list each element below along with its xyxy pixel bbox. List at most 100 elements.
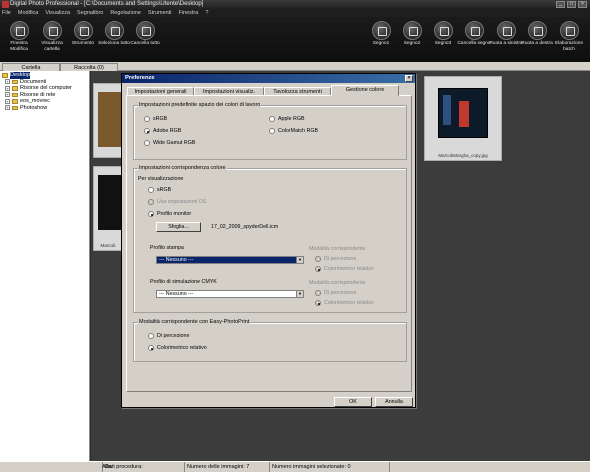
print-profile-label: Profilo stampa <box>150 245 184 251</box>
expand-icon[interactable]: + <box>5 105 10 111</box>
menu-bar: File Modifica Visualizza Segnalibro Rego… <box>0 9 590 17</box>
thumbnail[interactable] <box>93 83 123 158</box>
radio-icon <box>315 300 321 306</box>
computer-icon <box>12 86 18 91</box>
radio-display-srgb[interactable]: sRGB <box>148 187 171 193</box>
thumbnail[interactable]: Marcob <box>93 166 123 251</box>
window-title: Digital Photo Professional - [C:\Documen… <box>10 1 204 7</box>
radio-icon <box>144 116 150 122</box>
batch-process-button[interactable]: Elaborazione batch <box>552 21 586 52</box>
radio-icon <box>269 128 275 134</box>
radio-icon <box>148 211 154 217</box>
radio-icon <box>148 333 154 339</box>
expand-icon[interactable]: + <box>5 98 10 104</box>
menu-modifica[interactable]: Modifica <box>18 9 38 17</box>
radio-icon <box>269 116 275 122</box>
dialog-close-icon[interactable]: × <box>405 75 413 82</box>
mark2-icon <box>402 21 422 40</box>
radio-adobe-rgb[interactable]: Adobe RGB <box>144 128 181 134</box>
status-selected-count: Numero immagini selezionate: 0 <box>270 462 390 472</box>
radio-apple-rgb[interactable]: Apple RGB <box>269 116 305 122</box>
folder-tree: Desktop + Documenti + Risorse del computer… <box>0 71 90 461</box>
dialog-title-bar: Preferenze × <box>122 74 415 83</box>
thumbnail-caption: Marcob <box>100 243 116 248</box>
edit-window-icon <box>9 21 29 40</box>
working-color-space-group: Impostazioni predefinite spazio dei colo… <box>133 102 407 160</box>
rotate-right-icon <box>527 21 547 40</box>
folder-icon <box>12 99 18 104</box>
menu-finestra[interactable]: Finestra <box>178 9 198 17</box>
chevron-down-icon: ▼ <box>296 291 303 297</box>
tab-cartella[interactable]: Cartella <box>2 63 60 71</box>
expand-icon[interactable]: + <box>5 85 10 91</box>
batch-process-icon <box>559 21 579 40</box>
person-figure <box>459 101 469 127</box>
radio-monitor-profile[interactable]: Profilo monitor <box>148 211 191 217</box>
menu-file[interactable]: File <box>2 9 11 17</box>
minimize-icon[interactable]: _ <box>556 1 565 8</box>
print-matching-mode-label: Modalità corrispondente <box>309 246 366 252</box>
chevron-down-icon: ▼ <box>296 257 303 263</box>
menu-strumenti[interactable]: Strumenti <box>148 9 172 17</box>
thumbnail-image <box>98 175 122 230</box>
cmyk-radio-relative[interactable]: Colorimetrico relativo <box>315 300 374 306</box>
radio-icon <box>144 128 150 134</box>
rotate-right-button[interactable]: Ruota a destra <box>520 21 554 47</box>
menu-regolazione[interactable]: Regolazione <box>110 9 141 17</box>
thumbnail-selected[interactable]: MarcobMargha_copy.jpg <box>424 76 502 161</box>
group-title: Impostazioni corrispondenza colore <box>138 165 227 172</box>
radio-icon <box>148 199 154 205</box>
group-title: Impostazioni predefinite spazio dei colo… <box>138 102 262 109</box>
status-process: Dati procedura: <box>103 462 185 472</box>
color-matching-group: Impostazioni corrispondenza colore Per v… <box>133 165 407 313</box>
close-icon[interactable]: × <box>578 1 587 8</box>
status-quality: Alta qualità <box>0 462 111 472</box>
mark2-button[interactable]: Segno2 <box>395 21 429 47</box>
folder-view-button[interactable]: Visualizza cartella <box>35 21 69 52</box>
radio-use-os-settings[interactable]: Usa impostazioni OS <box>148 199 206 205</box>
radio-colormatch-rgb[interactable]: ColorMatch RGB <box>269 128 318 134</box>
tab-gestione-colore[interactable]: Gestione colore <box>331 85 399 96</box>
thumbnail-caption: MarcobMargha_copy.jpg <box>438 153 488 158</box>
cmyk-radio-perceptual[interactable]: Di percezione <box>315 290 356 296</box>
menu-help[interactable]: ? <box>205 9 208 17</box>
print-radio-relative[interactable]: Colorimetrico relativo <box>315 266 374 272</box>
mark3-button[interactable]: Segno3 <box>426 21 460 47</box>
radio-icon <box>315 266 321 272</box>
cmyk-matching-mode-label: Modalità corrispondente <box>309 280 366 286</box>
radio-srgb[interactable]: sRGB <box>144 116 167 122</box>
menu-segnalibro[interactable]: Segnalibro <box>77 9 103 17</box>
print-radio-perceptual[interactable]: Di percezione <box>315 256 356 262</box>
clear-mark-button[interactable]: Cancella segno <box>457 21 491 47</box>
poster-shape <box>443 95 451 125</box>
tree-item-photoshow[interactable]: + Photoshow <box>2 105 87 112</box>
desktop-icon <box>2 73 8 78</box>
expand-icon[interactable]: + <box>5 92 10 98</box>
mark1-icon <box>371 21 391 40</box>
clear-all-icon <box>135 21 155 40</box>
cmyk-profile-select[interactable]: --- Nessuno --- ▼ <box>156 290 304 298</box>
group-title: Modalità corrispondente con Easy-PhotoPr… <box>138 319 251 326</box>
radio-wide-gamut-rgb[interactable]: Wide Gamut RGB <box>144 140 195 146</box>
browse-button[interactable]: Sfoglia... <box>156 222 201 232</box>
folder-icon <box>12 79 18 84</box>
cancel-button[interactable]: Annulla <box>375 397 413 407</box>
tool-button[interactable]: Strumento <box>66 21 100 47</box>
mark1-button[interactable]: Segno1 <box>364 21 398 47</box>
expand-icon[interactable]: + <box>5 79 10 85</box>
menu-visualizza[interactable]: Visualizza <box>45 9 70 17</box>
print-profile-select[interactable]: --- Nessuno --- ▼ <box>156 256 304 264</box>
ok-button[interactable]: OK <box>334 397 372 407</box>
clear-all-button[interactable]: Cancella tutto <box>128 21 162 47</box>
epp-radio-relative[interactable]: Colorimetrico relativo <box>148 345 207 351</box>
per-visualizzazione-label: Per visualizzazione <box>138 176 184 182</box>
tab-raccolta[interactable]: Raccolta (0) <box>60 63 118 71</box>
thumbnail-image <box>438 88 488 138</box>
epp-radio-perceptual[interactable]: Di percezione <box>148 333 189 339</box>
rotate-left-button[interactable]: Ruota a sinistra <box>489 21 523 47</box>
edit-window-button[interactable]: Finestra Modifica <box>2 21 36 52</box>
toolbar: Finestra Modifica Visualizza cartella St… <box>0 17 590 62</box>
radio-icon <box>315 256 321 262</box>
maximize-icon[interactable]: □ <box>567 1 576 8</box>
select-all-button[interactable]: Seleziona tutto <box>97 21 131 47</box>
